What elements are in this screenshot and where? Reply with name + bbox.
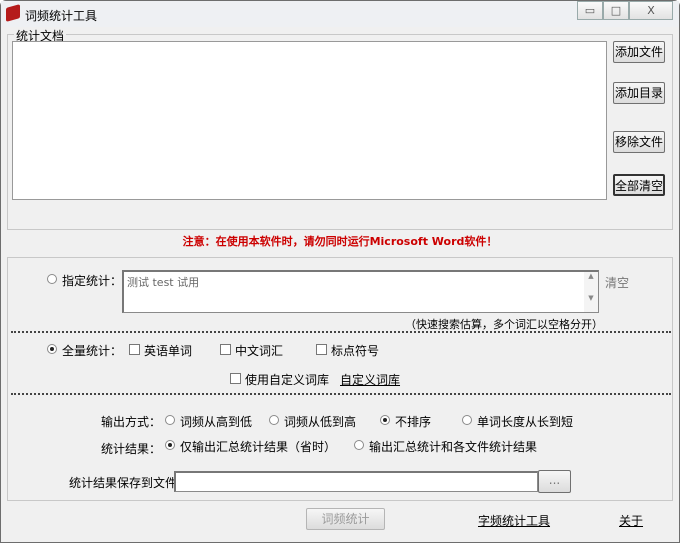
add-directory-button[interactable]: 添加目录 bbox=[613, 82, 665, 104]
sort-asc-label: 词频从低到高 bbox=[284, 415, 357, 429]
sort-desc-label: 词频从高到低 bbox=[180, 415, 253, 429]
no-sort-radio[interactable] bbox=[380, 415, 390, 425]
minimize-button[interactable]: ▭ bbox=[577, 1, 603, 20]
window-title: 词频统计工具 bbox=[25, 9, 98, 23]
maximize-button[interactable]: □ bbox=[603, 1, 629, 20]
clear-specified-button[interactable]: 清空 bbox=[605, 274, 629, 291]
run-word-frequency-button[interactable]: 词频统计 bbox=[306, 508, 385, 530]
summary-and-files-radio[interactable] bbox=[354, 440, 364, 450]
sort-desc-radio[interactable] bbox=[165, 415, 175, 425]
use-custom-dict-label: 使用自定义词库 bbox=[245, 373, 330, 387]
word-warning: 注意：在使用本软件时，请勿同时运行Microsoft Word软件！ bbox=[182, 235, 498, 248]
clear-all-button[interactable]: 全部清空 bbox=[613, 174, 665, 196]
about-link[interactable]: 关于 bbox=[619, 512, 643, 529]
chinese-words-label: 中文词汇 bbox=[235, 344, 284, 358]
full-stats-label: 全量统计： bbox=[62, 344, 123, 358]
save-file-input[interactable] bbox=[174, 471, 538, 492]
use-custom-dict-checkbox[interactable] bbox=[230, 373, 241, 384]
char-frequency-tool-link[interactable]: 字频统计工具 bbox=[478, 512, 550, 529]
specified-stats-radio[interactable] bbox=[47, 274, 57, 284]
save-file-label: 统计结果保存到文件： bbox=[69, 476, 190, 490]
punctuation-label: 标点符号 bbox=[331, 344, 380, 358]
summary-and-files-label: 输出汇总统计和各文件统计结果 bbox=[369, 440, 538, 454]
english-words-label: 英语单词 bbox=[144, 344, 193, 358]
specified-words-value: 测试 test 试用 bbox=[127, 276, 200, 289]
no-sort-label: 不排序 bbox=[395, 415, 432, 429]
sort-asc-radio[interactable] bbox=[269, 415, 279, 425]
add-file-button[interactable]: 添加文件 bbox=[613, 41, 665, 63]
title-bar: 词频统计工具 ▭ □ X bbox=[1, 1, 679, 27]
app-window: 词频统计工具 ▭ □ X 统计文档 添加文件 添加目录 移除文件 全部清空 注意… bbox=[0, 0, 680, 543]
specified-stats-label: 指定统计： bbox=[62, 274, 123, 288]
full-stats-radio[interactable] bbox=[47, 344, 57, 354]
english-words-checkbox[interactable] bbox=[129, 344, 140, 355]
punctuation-checkbox[interactable] bbox=[316, 344, 327, 355]
browse-button[interactable]: ... bbox=[538, 470, 571, 493]
close-button[interactable]: X bbox=[629, 1, 673, 20]
scroll-down-icon[interactable]: ▼ bbox=[584, 294, 598, 302]
divider bbox=[11, 331, 671, 333]
app-book-icon bbox=[6, 4, 20, 22]
summary-only-radio[interactable] bbox=[165, 440, 175, 450]
specified-hint: （快速搜索估算，多个词汇以空格分开） bbox=[405, 318, 603, 331]
summary-only-label: 仅输出汇总统计结果（省时） bbox=[180, 440, 337, 454]
chinese-words-checkbox[interactable] bbox=[220, 344, 231, 355]
result-label: 统计结果： bbox=[101, 442, 162, 456]
document-list[interactable] bbox=[12, 41, 607, 200]
remove-file-button[interactable]: 移除文件 bbox=[613, 131, 665, 153]
scrollbar[interactable]: ▲ ▼ bbox=[584, 272, 598, 312]
sort-length-radio[interactable] bbox=[462, 415, 472, 425]
sort-length-label: 单词长度从长到短 bbox=[477, 415, 574, 429]
custom-dict-link[interactable]: 自定义词库 bbox=[340, 371, 400, 388]
specified-words-input[interactable]: 测试 test 试用 ▲ ▼ bbox=[122, 270, 599, 313]
scroll-up-icon[interactable]: ▲ bbox=[584, 272, 598, 280]
divider bbox=[11, 393, 671, 395]
output-mode-label: 输出方式： bbox=[101, 415, 162, 429]
